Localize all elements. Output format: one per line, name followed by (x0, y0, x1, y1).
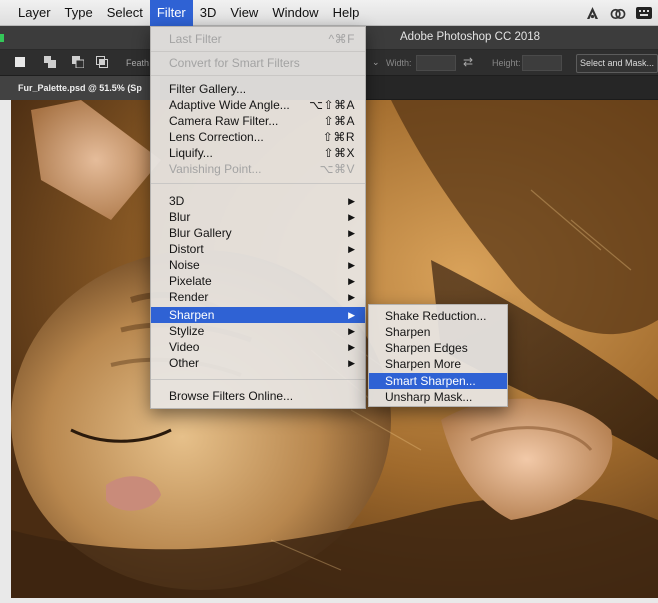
document-tab[interactable]: Fur_Palette.psd @ 51.5% (Sp (0, 76, 160, 100)
submenu-item-sharpen-edges[interactable]: Sharpen Edges (369, 340, 507, 356)
submenu-arrow-icon: ▶ (348, 196, 355, 206)
feather-label: Feath (126, 58, 150, 68)
menu-item-convert-smart-filters: Convert for Smart Filters (169, 56, 300, 70)
submenu-arrow-icon: ▶ (348, 342, 355, 352)
submenu-arrow-icon: ▶ (348, 292, 355, 302)
new-selection-icon[interactable] (14, 56, 26, 68)
creative-cloud-icon[interactable] (610, 5, 626, 21)
submenu-arrow-icon: ▶ (348, 326, 355, 336)
submenu-arrow-icon: ▶ (348, 276, 355, 286)
menu-item-render[interactable]: Render ▶ (151, 289, 365, 305)
canvas-left-margin (0, 100, 11, 598)
submenu-arrow-icon: ▶ (348, 228, 355, 238)
menu-separator (151, 183, 365, 184)
menu-item-video[interactable]: Video ▶ (151, 339, 365, 355)
sharpen-submenu: Shake Reduction... Sharpen Sharpen Edges… (368, 304, 508, 407)
menu-select[interactable]: Select (100, 0, 150, 26)
height-field[interactable] (522, 55, 562, 71)
adobe-cc-icon[interactable] (584, 5, 600, 21)
submenu-item-shake-reduction[interactable]: Shake Reduction... (369, 308, 507, 324)
menu-view[interactable]: View (223, 0, 265, 26)
menu-type[interactable]: Type (58, 0, 100, 26)
menu-3d[interactable]: 3D (193, 0, 224, 26)
menubar: Layer Type Select Filter 3D View Window … (0, 0, 658, 26)
menu-item-noise[interactable]: Noise ▶ (151, 257, 365, 273)
menu-item-stylize[interactable]: Stylize ▶ (151, 323, 365, 339)
menu-help[interactable]: Help (326, 0, 367, 26)
menu-separator (151, 75, 365, 76)
submenu-arrow-icon: ▶ (348, 260, 355, 270)
subtract-from-selection-icon[interactable] (72, 56, 85, 69)
menu-item-last-filter: Last Filter ^⌘F (169, 32, 355, 46)
menu-item-sharpen[interactable]: Sharpen ▶ (151, 307, 365, 323)
height-label: Height: (492, 58, 521, 68)
submenu-item-smart-sharpen[interactable]: Smart Sharpen... (369, 373, 507, 389)
width-label: Width: (386, 58, 412, 68)
menu-layer[interactable]: Layer (0, 0, 58, 26)
style-dropdown-icon[interactable]: ⌄ (372, 57, 380, 68)
submenu-item-unsharp-mask[interactable]: Unsharp Mask... (369, 389, 507, 405)
menu-item-pixelate[interactable]: Pixelate ▶ (151, 273, 365, 289)
swap-dimensions-icon[interactable]: ⇄ (463, 55, 473, 69)
submenu-arrow-icon: ▶ (348, 310, 355, 320)
menu-item-camera-raw-filter[interactable]: Camera Raw Filter... ⇧⌘A (151, 113, 365, 129)
menu-item-adaptive-wide-angle[interactable]: Adaptive Wide Angle... ⌥⇧⌘A (151, 97, 365, 113)
select-and-mask-button[interactable]: Select and Mask... (576, 54, 658, 73)
menu-item-filter-gallery[interactable]: Filter Gallery... (151, 81, 365, 97)
submenu-item-sharpen[interactable]: Sharpen (369, 324, 507, 340)
menu-item-vanishing-point: Vanishing Point... ⌥⌘V (169, 162, 355, 176)
submenu-arrow-icon: ▶ (348, 244, 355, 254)
submenu-arrow-icon: ▶ (348, 212, 355, 222)
keyboard-icon[interactable] (636, 5, 652, 21)
menu-filter[interactable]: Filter (149, 0, 193, 26)
menu-item-lens-correction[interactable]: Lens Correction... ⇧⌘R (151, 129, 365, 145)
submenu-item-sharpen-more[interactable]: Sharpen More (369, 356, 507, 372)
menubar-tray (584, 0, 658, 26)
menu-separator (151, 379, 365, 380)
window-zoom-button[interactable] (0, 34, 4, 42)
add-to-selection-icon[interactable] (44, 56, 56, 68)
menu-item-blur-gallery[interactable]: Blur Gallery ▶ (151, 225, 365, 241)
app-title: Adobe Photoshop CC 2018 (400, 31, 541, 43)
canvas-bottom-margin (0, 598, 658, 603)
menu-separator (151, 51, 365, 52)
menu-item-liquify[interactable]: Liquify... ⇧⌘X (151, 145, 365, 161)
menu-item-browse-filters-online[interactable]: Browse Filters Online... (151, 388, 365, 404)
submenu-arrow-icon: ▶ (348, 358, 355, 368)
filter-menu: Last Filter ^⌘F Convert for Smart Filter… (150, 26, 366, 409)
menu-item-distort[interactable]: Distort ▶ (151, 241, 365, 257)
menu-window[interactable]: Window (265, 0, 325, 26)
intersect-selection-icon[interactable] (96, 56, 108, 68)
menu-item-blur[interactable]: Blur ▶ (151, 209, 365, 225)
menu-item-3d[interactable]: 3D ▶ (151, 193, 365, 209)
menu-item-other[interactable]: Other ▶ (151, 355, 365, 371)
width-field[interactable] (416, 55, 456, 71)
